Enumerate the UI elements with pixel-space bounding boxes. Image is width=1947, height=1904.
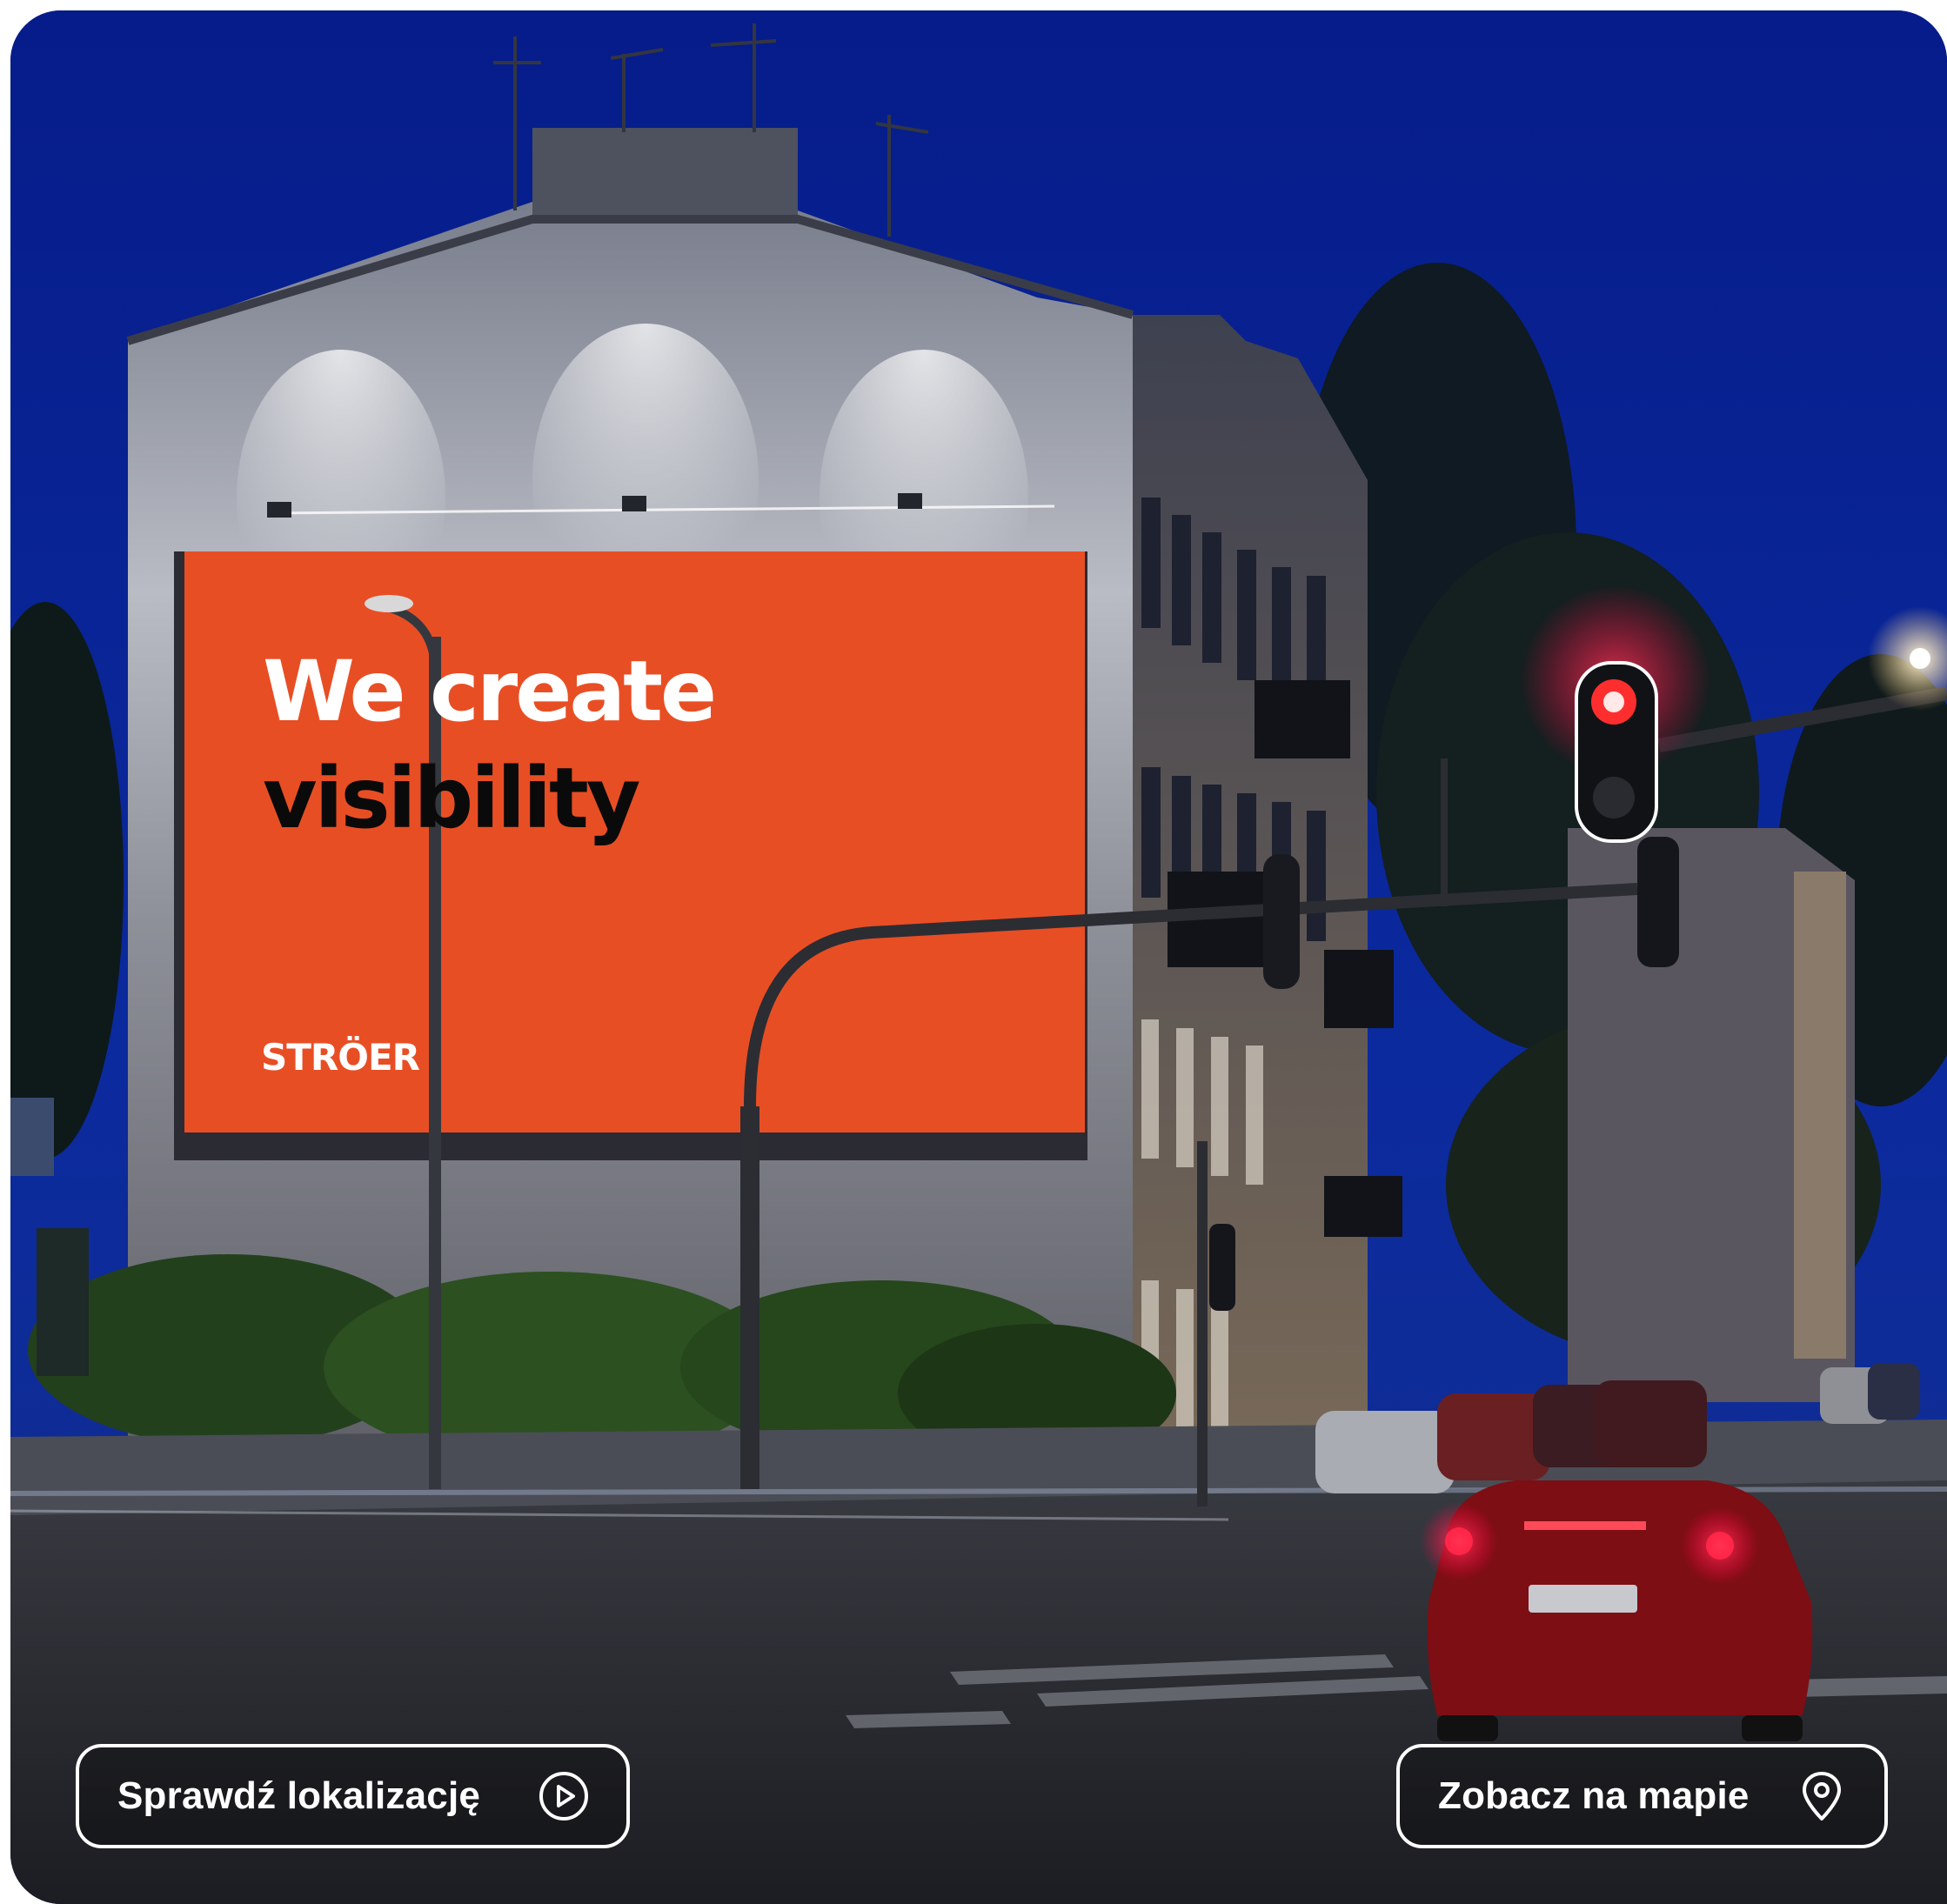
billboard-photo (10, 10, 1947, 1904)
billboard-headline-line1: We create (263, 643, 717, 740)
map-pin-icon (1796, 1770, 1848, 1822)
billboard-headline-line2: visibility (263, 750, 640, 847)
play-circle-icon (538, 1770, 590, 1822)
view-on-map-button[interactable]: Zobacz na mapie (1396, 1744, 1888, 1848)
billboard-brand-logo: STRÖER (261, 1036, 420, 1079)
view-on-map-label: Zobacz na mapie (1438, 1774, 1750, 1817)
check-location-button[interactable]: Sprawdź lokalizację (76, 1744, 630, 1848)
check-location-label: Sprawdź lokalizację (117, 1774, 481, 1817)
billboard-location-card: We create visibility STRÖER Sprawdź loka… (10, 10, 1947, 1904)
